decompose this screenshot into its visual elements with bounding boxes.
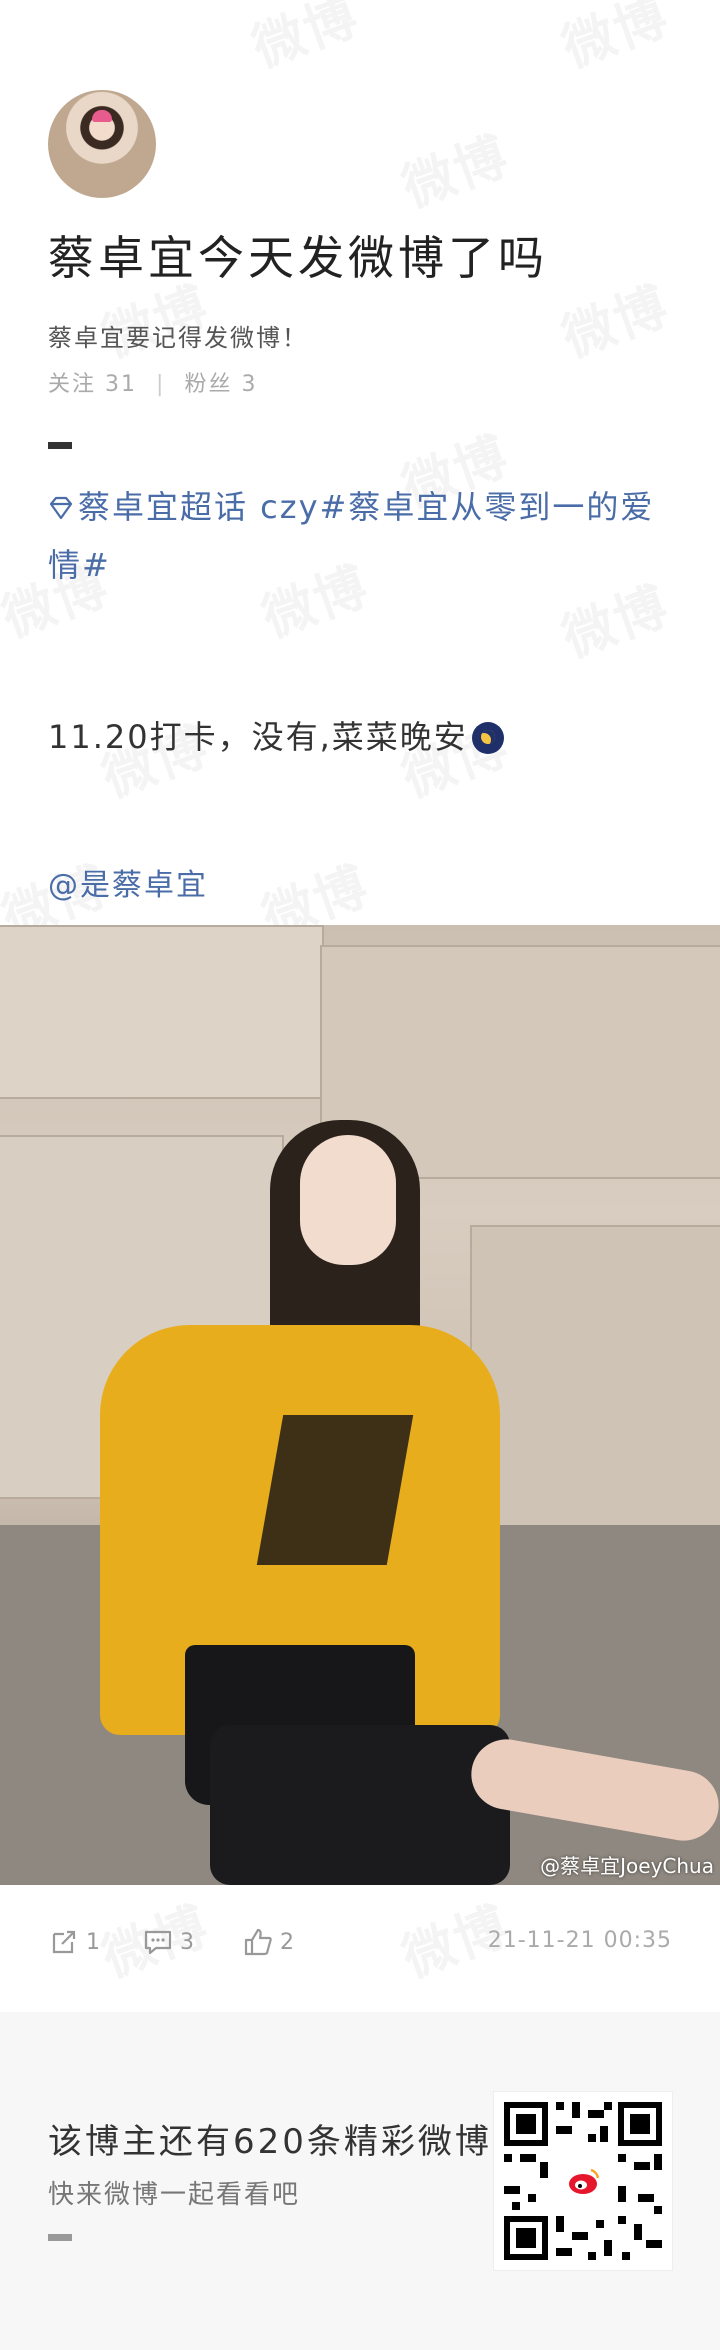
thumbs-up-icon bbox=[244, 1928, 272, 1956]
page-title: 蔡卓宜今天发微博了吗 bbox=[48, 231, 548, 285]
follow-count[interactable]: 31 bbox=[105, 372, 137, 397]
share-count: 1 bbox=[86, 1929, 100, 1955]
promo-headline: 该博主还有620条精彩微博 bbox=[48, 2122, 492, 2162]
post-photo[interactable]: @蔡卓宜JoeyChua bbox=[0, 925, 720, 1885]
shorts bbox=[210, 1725, 510, 1885]
avatar[interactable] bbox=[48, 90, 156, 198]
comment-count: 3 bbox=[180, 1929, 194, 1955]
diamond-icon bbox=[49, 496, 73, 520]
promo-footer: 该博主还有620条精彩微博 快来微博一起看看吧 bbox=[0, 2012, 720, 2350]
watermark: 微博 bbox=[550, 0, 677, 81]
stats-divider: | bbox=[156, 372, 166, 397]
like-button[interactable]: 2 bbox=[242, 1922, 294, 1962]
fans-label[interactable]: 粉丝 bbox=[184, 372, 232, 397]
topic-text[interactable]: 蔡卓宜超话 czy#蔡卓宜从零到一的爱情# bbox=[48, 488, 654, 584]
shirt-print bbox=[256, 1415, 414, 1565]
follow-label[interactable]: 关注 bbox=[48, 372, 96, 397]
super-topic-link[interactable]: 蔡卓宜超话 czy#蔡卓宜从零到一的爱情# bbox=[48, 478, 672, 594]
watermark: 微博 bbox=[390, 114, 517, 221]
section-divider bbox=[48, 442, 72, 449]
checkin-text: 11.20打卡，没有,菜菜晚安 bbox=[48, 718, 468, 756]
footer-divider bbox=[48, 2234, 72, 2241]
post-timestamp: 21-11-21 00:35 bbox=[487, 1928, 672, 1953]
watermark: 微博 bbox=[550, 264, 677, 371]
profile-stats: 关注 31 | 粉丝 3 bbox=[48, 366, 257, 398]
comment-icon bbox=[144, 1930, 172, 1955]
fans-count[interactable]: 3 bbox=[241, 372, 257, 397]
post-text: 11.20打卡，没有,菜菜晚安 bbox=[48, 712, 504, 758]
share-icon bbox=[52, 1930, 76, 1954]
mention-link[interactable]: @是蔡卓宜 bbox=[48, 860, 208, 904]
watermark: 微博 bbox=[240, 0, 367, 81]
qr-code-graphic bbox=[504, 2102, 662, 2260]
share-button[interactable]: 1 bbox=[48, 1922, 100, 1962]
promo-subline: 快来微博一起看看吧 bbox=[48, 2180, 301, 2210]
like-count: 2 bbox=[280, 1929, 294, 1955]
face-shape bbox=[300, 1135, 396, 1265]
comment-button[interactable]: 3 bbox=[142, 1922, 194, 1962]
photo-credit: @蔡卓宜JoeyChua bbox=[540, 1854, 714, 1878]
stone-block bbox=[470, 1225, 720, 1529]
qr-code[interactable] bbox=[494, 2092, 672, 2270]
stone-block bbox=[0, 925, 324, 1099]
profile-bio: 蔡卓宜要记得发微博！ bbox=[48, 324, 308, 352]
post-actions: 1 3 2 21-11-21 00:35 bbox=[48, 1922, 672, 1972]
moon-emoji-icon bbox=[471, 722, 504, 754]
